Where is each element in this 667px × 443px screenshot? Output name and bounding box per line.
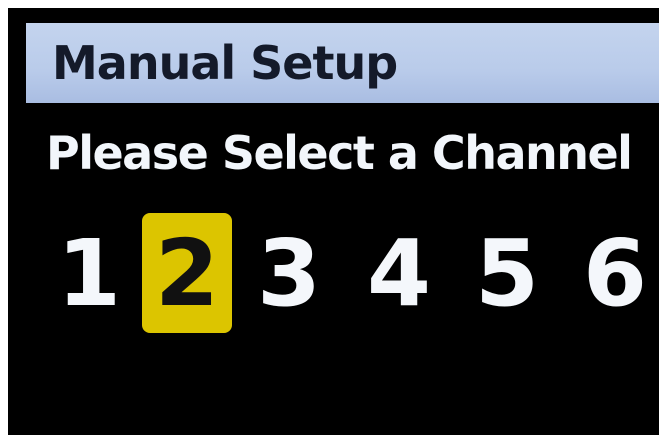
channel-option-3[interactable]: 3 bbox=[244, 213, 334, 333]
channel-option-4[interactable]: 4 bbox=[354, 213, 444, 333]
channel-option-5[interactable]: 5 bbox=[462, 213, 552, 333]
instruction-text: Please Select a Channel bbox=[46, 126, 633, 180]
display-screen: Manual Setup Please Select a Channel 1 2… bbox=[8, 8, 659, 435]
screen-title: Manual Setup bbox=[52, 36, 398, 90]
header-bar: Manual Setup bbox=[26, 23, 659, 103]
channel-selector: 1 2 3 4 5 6 bbox=[44, 213, 647, 333]
channel-option-6[interactable]: 6 bbox=[570, 213, 659, 333]
channel-option-1[interactable]: 1 bbox=[44, 213, 134, 333]
channel-option-2[interactable]: 2 bbox=[142, 213, 232, 333]
